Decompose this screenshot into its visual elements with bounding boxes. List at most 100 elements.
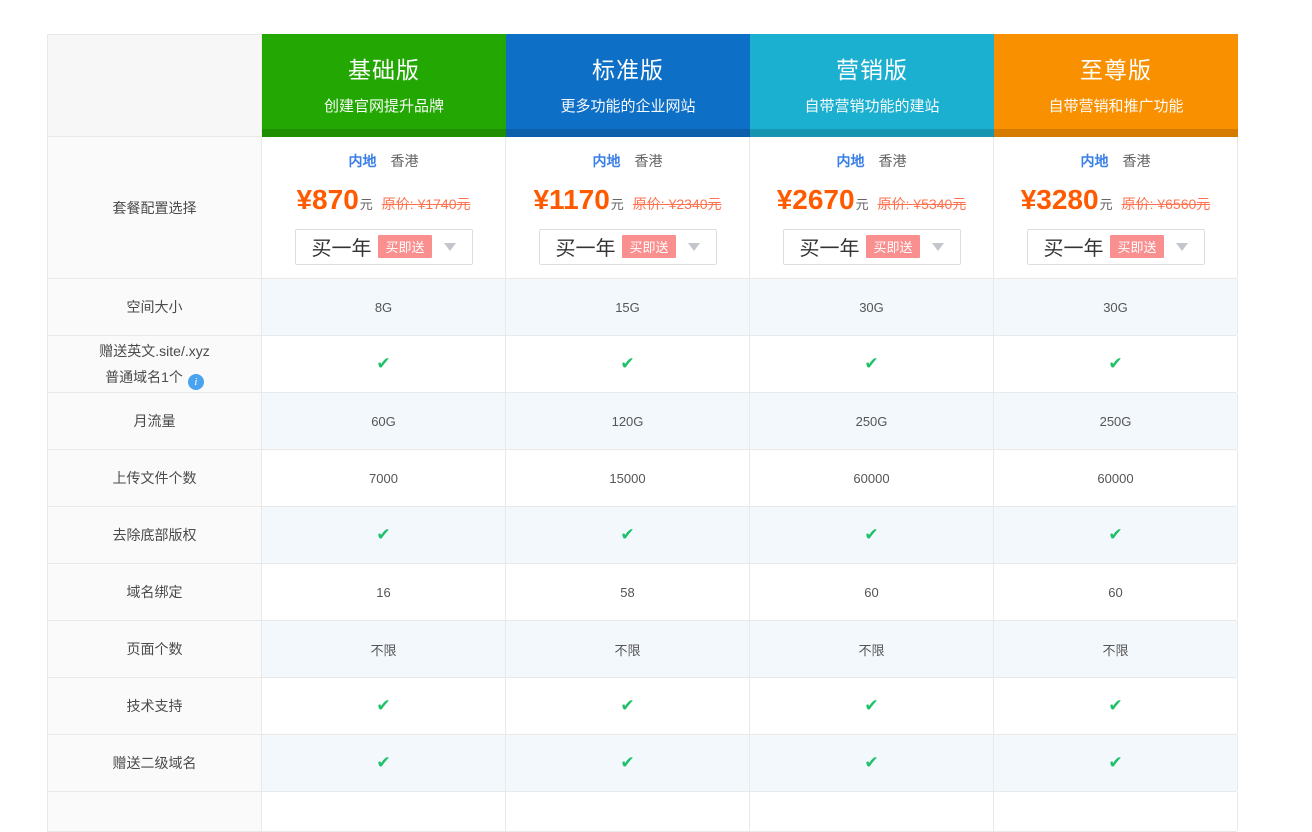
term-dropdown[interactable]: 买一年 买即送 [782, 228, 961, 265]
value-cell: 30G [750, 279, 994, 335]
table-row-traffic: 月流量 60G 120G 250G 250G [47, 393, 1238, 450]
tab-hongkong[interactable]: 香港 [879, 151, 907, 171]
price-line: ¥3280 元 原价: ¥6560元 [1021, 184, 1211, 216]
info-icon[interactable]: i [187, 374, 204, 390]
tab-mainland[interactable]: 内地 [837, 151, 865, 171]
plan-header-basic: 基础版 创建官网提升品牌 [262, 34, 506, 137]
check-icon: ✔ [262, 336, 506, 392]
caret-down-icon [931, 242, 944, 251]
region-tabs: 内地 香港 [1081, 151, 1151, 171]
term-label: 买一年 [311, 238, 372, 260]
check-icon: ✔ [994, 678, 1238, 734]
term-dropdown[interactable]: 买一年 买即送 [538, 228, 717, 265]
value-cell: 60 [750, 564, 994, 620]
value-cell: 60 [994, 564, 1238, 620]
check-icon: ✔ [750, 735, 994, 791]
row-label: 页面个数 [48, 621, 262, 677]
term-label: 买一年 [1043, 238, 1104, 260]
row-label-config: 套餐配置选择 [48, 137, 262, 278]
caret-down-icon [687, 242, 700, 251]
gift-badge: 买即送 [1110, 235, 1164, 258]
value-cell: 60000 [750, 450, 994, 506]
plan-tagline: 自带营销功能的建站 [804, 98, 940, 115]
table-row-remove-copyright: 去除底部版权 ✔ ✔ ✔ ✔ [47, 507, 1238, 564]
plan-title: 标准版 [592, 57, 664, 83]
price-line: ¥2670 元 原价: ¥5340元 [777, 184, 967, 216]
tab-mainland[interactable]: 内地 [1081, 151, 1109, 171]
caret-down-icon [1175, 242, 1188, 251]
current-price: ¥2670 [776, 183, 855, 215]
term-dropdown[interactable]: 买一年 买即送 [294, 228, 473, 265]
check-icon: ✔ [750, 336, 994, 392]
plan-title: 营销版 [836, 57, 908, 83]
check-icon: ✔ [506, 336, 750, 392]
value-cell [506, 792, 750, 831]
region-tabs: 内地 香港 [837, 151, 907, 171]
price-unit: 元 [610, 196, 624, 212]
value-cell: 7000 [262, 450, 506, 506]
check-icon: ✔ [506, 678, 750, 734]
gift-badge: 买即送 [866, 235, 920, 258]
plan-card-supreme: 内地 香港 ¥3280 元 原价: ¥6560元 买一年 买即送 [994, 137, 1238, 278]
tab-mainland[interactable]: 内地 [349, 151, 377, 171]
check-icon: ✔ [506, 735, 750, 791]
row-label-line2: 普通域名1个 [105, 369, 183, 385]
current-price: ¥870 [296, 183, 359, 215]
row-label [48, 792, 262, 831]
plan-header-marketing: 营销版 自带营销功能的建站 [750, 34, 994, 137]
price-unit: 元 [855, 196, 869, 212]
check-icon: ✔ [262, 735, 506, 791]
price-line: ¥870 元 原价: ¥1740元 [296, 184, 470, 216]
tab-hongkong[interactable]: 香港 [391, 151, 419, 171]
plan-header-supreme: 至尊版 自带营销和推广功能 [994, 34, 1238, 137]
value-cell: 不限 [750, 621, 994, 677]
plan-header-standard: 标准版 更多功能的企业网站 [506, 34, 750, 137]
table-row-free-domain: 赠送英文.site/.xyz 普通域名1个 i ✔ ✔ ✔ ✔ [47, 336, 1238, 393]
table-row-page-count: 页面个数 不限 不限 不限 不限 [47, 621, 1238, 678]
region-tabs: 内地 香港 [593, 151, 663, 171]
current-price: ¥1170 [533, 183, 610, 215]
row-label: 月流量 [48, 393, 262, 449]
value-cell [994, 792, 1238, 831]
plan-title: 至尊版 [1080, 57, 1152, 83]
value-cell: 120G [506, 393, 750, 449]
value-cell [750, 792, 994, 831]
caret-down-icon [443, 242, 456, 251]
check-icon: ✔ [262, 507, 506, 563]
check-icon: ✔ [994, 735, 1238, 791]
gift-badge: 买即送 [378, 235, 432, 258]
current-price: ¥3280 [1020, 183, 1099, 215]
row-label: 去除底部版权 [48, 507, 262, 563]
config-row: 套餐配置选择 内地 香港 ¥870 元 原价: ¥1740元 买一年 买即送 内… [47, 137, 1238, 279]
price-unit: 元 [1099, 196, 1113, 212]
row-label: 域名绑定 [48, 564, 262, 620]
row-label-line1: 赠送英文.site/.xyz [99, 343, 210, 359]
corner-cell [48, 34, 262, 137]
plan-card-basic: 内地 香港 ¥870 元 原价: ¥1740元 买一年 买即送 [262, 137, 506, 278]
table-row-tech-support: 技术支持 ✔ ✔ ✔ ✔ [47, 678, 1238, 735]
value-cell: 60G [262, 393, 506, 449]
value-cell: 15000 [506, 450, 750, 506]
value-cell: 8G [262, 279, 506, 335]
check-icon: ✔ [994, 336, 1238, 392]
term-label: 买一年 [799, 238, 860, 260]
value-cell: 30G [994, 279, 1238, 335]
gift-badge: 买即送 [622, 235, 676, 258]
price-unit: 元 [359, 196, 373, 212]
value-cell: 250G [750, 393, 994, 449]
value-cell: 16 [262, 564, 506, 620]
table-row-space: 空间大小 8G 15G 30G 30G [47, 279, 1238, 336]
pricing-table: 基础版 创建官网提升品牌 标准版 更多功能的企业网站 营销版 自带营销功能的建站… [47, 34, 1238, 832]
term-dropdown[interactable]: 买一年 买即送 [1026, 228, 1205, 265]
value-cell: 250G [994, 393, 1238, 449]
value-cell: 不限 [506, 621, 750, 677]
header-row: 基础版 创建官网提升品牌 标准版 更多功能的企业网站 营销版 自带营销功能的建站… [47, 34, 1238, 137]
table-row-partial [47, 792, 1238, 832]
plan-card-marketing: 内地 香港 ¥2670 元 原价: ¥5340元 买一年 买即送 [750, 137, 994, 278]
original-price: 原价: ¥5340元 [877, 195, 967, 212]
tab-hongkong[interactable]: 香港 [635, 151, 663, 171]
tab-mainland[interactable]: 内地 [593, 151, 621, 171]
tab-hongkong[interactable]: 香港 [1123, 151, 1151, 171]
price-line: ¥1170 元 原价: ¥2340元 [533, 184, 721, 216]
table-row-subdomain: 赠送二级域名 ✔ ✔ ✔ ✔ [47, 735, 1238, 792]
